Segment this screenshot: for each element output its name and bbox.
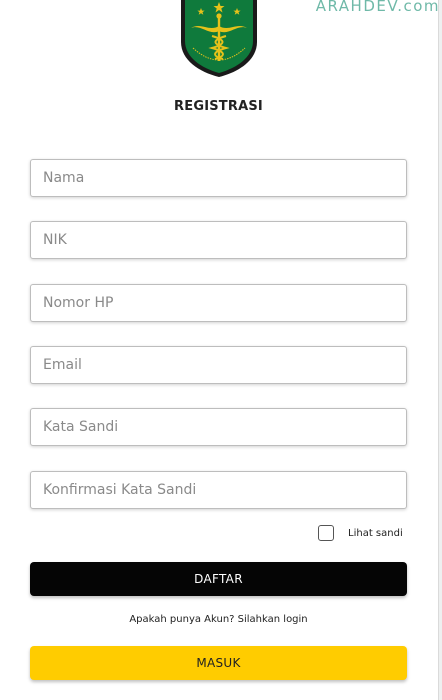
registration-screen: ARAHDEV.com REGISTRASI Lihat sandi DAFTA… bbox=[0, 0, 442, 700]
password-field[interactable] bbox=[30, 408, 407, 446]
page-title: REGISTRASI bbox=[174, 99, 263, 114]
login-button[interactable]: MASUK bbox=[30, 646, 407, 680]
checkbox-icon[interactable] bbox=[318, 525, 334, 541]
phone-field[interactable] bbox=[30, 284, 407, 322]
register-button[interactable]: DAFTAR bbox=[30, 562, 407, 596]
login-hint-text: Apakah punya Akun? Silahkan login bbox=[129, 614, 308, 625]
email-field[interactable] bbox=[30, 346, 407, 384]
name-field[interactable] bbox=[30, 159, 407, 197]
caduceus-shield-logo-icon bbox=[181, 0, 257, 77]
show-password-label: Lihat sandi bbox=[348, 527, 403, 539]
show-password-toggle[interactable]: Lihat sandi bbox=[318, 525, 403, 541]
nik-field[interactable] bbox=[30, 221, 407, 259]
confirm-password-field[interactable] bbox=[30, 471, 407, 509]
watermark-text: ARAHDEV.com bbox=[315, 0, 440, 15]
